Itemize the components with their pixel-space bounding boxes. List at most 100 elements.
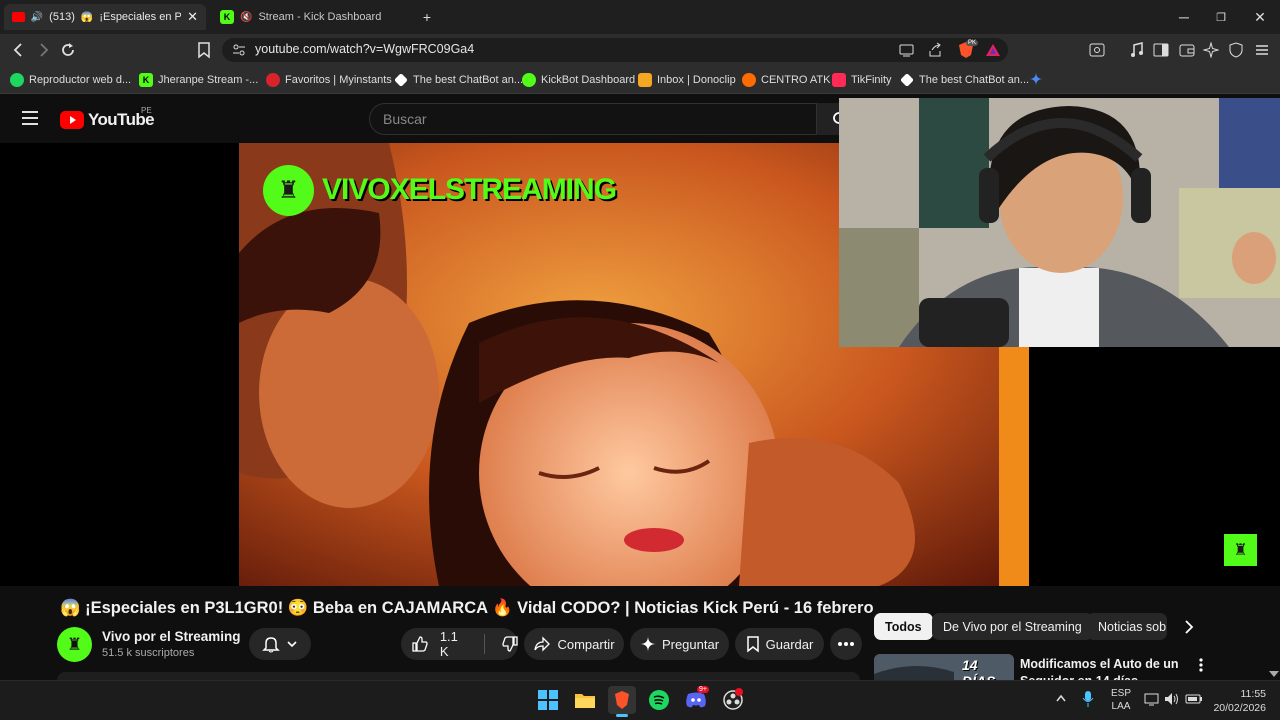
- site-settings-icon[interactable]: [232, 44, 246, 56]
- close-tab-icon[interactable]: ✕: [187, 9, 198, 25]
- donoclip-icon: [638, 73, 652, 87]
- sidebar-icon[interactable]: [1153, 42, 1169, 58]
- file-explorer-button[interactable]: [571, 686, 599, 714]
- description-box[interactable]: [57, 672, 860, 680]
- webcam-scene: [839, 98, 1280, 347]
- bookmark-label: Favoritos | Myinstants: [285, 74, 392, 86]
- channel-name[interactable]: Vivo por el Streaming: [102, 629, 241, 644]
- clock-date: 20/02/2026: [1213, 702, 1266, 714]
- close-window-button[interactable]: ✕: [1249, 6, 1271, 28]
- save-button[interactable]: Guardar: [735, 628, 824, 660]
- dislike-icon[interactable]: [501, 635, 518, 653]
- bookmark-item[interactable]: Favoritos | Myinstants: [266, 72, 392, 88]
- brave-rewards-icon[interactable]: [985, 42, 1001, 58]
- kick-icon: K: [139, 73, 153, 87]
- folder-icon: [575, 694, 595, 708]
- tab-kick[interactable]: K 🔇 Stream - Kick Dashboard: [212, 4, 412, 30]
- minimize-button[interactable]: ─: [1173, 6, 1195, 28]
- microphone-icon[interactable]: [1082, 690, 1094, 708]
- back-icon[interactable]: [10, 41, 28, 59]
- chatbot-icon: [900, 73, 914, 87]
- tab-youtube[interactable]: 🔊 (513) 😱 ¡Especiales en P3L1G ✕: [4, 4, 206, 30]
- video-title: 😱 ¡Especiales en P3L1GR0! 😳 Beba en CAJA…: [60, 599, 874, 617]
- bell-icon: [262, 637, 280, 653]
- tab-count: (513): [49, 11, 75, 23]
- tray-chevron-up-icon[interactable]: [1055, 693, 1067, 703]
- forward-icon[interactable]: [35, 41, 53, 59]
- youtube-logo[interactable]: YouTube: [60, 110, 155, 130]
- bookmark-label: KickBot Dashboard: [541, 74, 636, 86]
- save-icon: [746, 636, 759, 653]
- tab-title: Stream - Kick Dashboard: [258, 11, 382, 23]
- spotify-taskbar-button[interactable]: [645, 686, 673, 714]
- more-actions-button[interactable]: [830, 628, 862, 660]
- save-label: Guardar: [765, 636, 814, 652]
- new-tab-button[interactable]: +: [416, 6, 438, 28]
- clock[interactable]: 11:55 20/02/2026: [1206, 687, 1266, 715]
- network-icon[interactable]: [1144, 692, 1160, 706]
- channel-branding-icon[interactable]: ♜: [1224, 534, 1257, 566]
- bookmark-item[interactable]: Reproductor web d...: [10, 72, 131, 88]
- bookmark-item[interactable]: CENTRO ATK: [742, 72, 830, 88]
- chevron-right-icon[interactable]: [1181, 619, 1197, 635]
- bookmark-icon[interactable]: [196, 41, 212, 59]
- share-button[interactable]: Compartir: [524, 628, 624, 660]
- wallet-icon[interactable]: [1179, 42, 1195, 58]
- media-icon[interactable]: [1129, 42, 1145, 58]
- cast-icon[interactable]: [899, 43, 915, 57]
- hamburger-menu-icon[interactable]: [21, 110, 39, 126]
- bookmark-item[interactable]: The best ChatBot an...: [900, 72, 1029, 88]
- gemini-icon[interactable]: [1029, 72, 1043, 86]
- kickbot-icon: [522, 73, 536, 87]
- bookmark-item[interactable]: KickBot Dashboard: [522, 72, 635, 88]
- like-icon[interactable]: [411, 635, 428, 653]
- maximize-button[interactable]: ❐: [1210, 6, 1232, 28]
- recommended-thumbnail[interactable]: 14 DÍAS: [874, 654, 1014, 680]
- search-input[interactable]: [369, 103, 817, 135]
- channel-avatar[interactable]: ♜: [57, 627, 92, 662]
- recommended-more-icon[interactable]: [1199, 658, 1203, 672]
- search-placeholder: Buscar: [383, 111, 427, 127]
- thumbnail-text: 14 DÍAS: [962, 657, 995, 680]
- bookmark-item[interactable]: Inbox | Donoclip: [638, 72, 736, 88]
- speaker-icon[interactable]: 🔊: [31, 12, 43, 23]
- brave-badge: PK: [966, 40, 979, 46]
- bookmark-label: The best ChatBot an...: [919, 74, 1030, 86]
- share-arrow-icon: [534, 636, 551, 652]
- menu-icon[interactable]: [1254, 42, 1270, 58]
- chip-channel[interactable]: De Vivo por el Streaming: [932, 613, 1093, 640]
- bookmark-item[interactable]: K Jheranpe Stream -...: [139, 72, 258, 88]
- like-dislike-group: 1.1 K: [401, 628, 518, 660]
- reload-icon[interactable]: [59, 41, 77, 59]
- clock-time: 11:55: [1240, 688, 1267, 700]
- chip-todos[interactable]: Todos: [874, 613, 933, 640]
- start-button[interactable]: [534, 686, 562, 714]
- language-indicator[interactable]: ESP LAA: [1111, 687, 1131, 713]
- share-icon[interactable]: [927, 42, 943, 58]
- screenshot-icon[interactable]: [1089, 42, 1105, 58]
- notifications-button[interactable]: [249, 628, 311, 660]
- leo-ai-icon[interactable]: [1203, 42, 1219, 58]
- recommended-title[interactable]: Modificamos el Auto de un: [1020, 657, 1179, 671]
- brave-taskbar-button[interactable]: [608, 686, 636, 714]
- chatbot-icon: [394, 73, 408, 87]
- bookmark-label: Inbox | Donoclip: [657, 74, 736, 86]
- more-icon: [838, 642, 854, 646]
- volume-icon[interactable]: [1164, 692, 1180, 706]
- tikfinity-icon: [832, 73, 846, 87]
- subscriber-count: 51.5 k suscriptores: [102, 647, 195, 659]
- bookmark-item[interactable]: The best ChatBot an...: [394, 72, 523, 88]
- language-code: ESP: [1111, 688, 1132, 699]
- keyboard-layout: LAA: [1111, 701, 1131, 712]
- battery-icon[interactable]: [1185, 692, 1203, 706]
- channel-watermark-icon: ♜: [263, 165, 314, 216]
- scroll-down-arrow[interactable]: [1269, 671, 1279, 677]
- sparkle-icon: [639, 636, 656, 652]
- active-indicator: [616, 714, 628, 717]
- bookmark-item[interactable]: TikFinity: [832, 72, 892, 88]
- vpn-icon[interactable]: [1228, 42, 1244, 58]
- chip-news[interactable]: Noticias sob: [1087, 613, 1167, 640]
- muted-icon[interactable]: 🔇: [240, 12, 252, 23]
- ask-button[interactable]: Preguntar: [630, 628, 729, 660]
- like-count: 1.1 K: [439, 629, 458, 659]
